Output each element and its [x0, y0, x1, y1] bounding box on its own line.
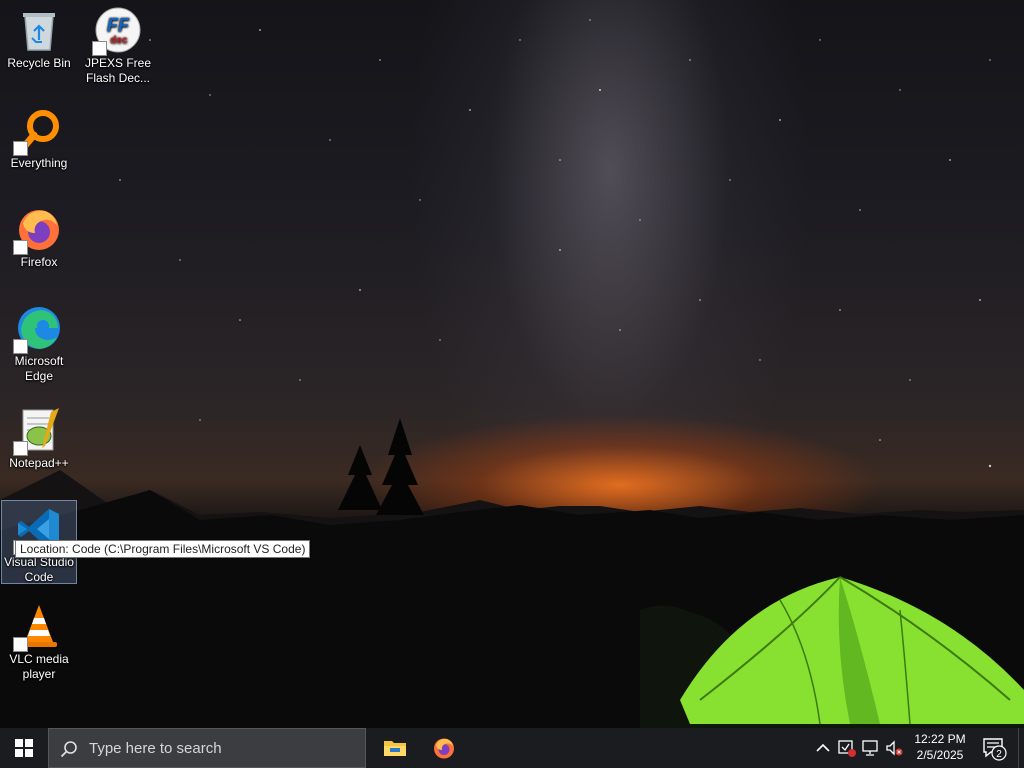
action-center-button[interactable]: 2	[976, 728, 1016, 768]
vlc-cone-icon	[13, 602, 63, 652]
notepadpp-glyph-icon	[13, 406, 63, 456]
security-alert-icon[interactable]	[838, 739, 856, 757]
vlc-label: VLC media player	[9, 652, 69, 681]
firefox-glyph-icon	[13, 205, 63, 255]
firefox-icon	[434, 738, 454, 759]
clock-time: 12:22 PM	[914, 732, 966, 746]
vscode-label: Visual Studio Code	[4, 555, 74, 584]
taskbar-firefox[interactable]	[420, 728, 468, 768]
notification-count-badge: 2	[996, 749, 1002, 760]
notepadpp-label: Notepad++	[9, 456, 69, 470]
recycle-bin-icon[interactable]: Recycle Bin	[1, 2, 77, 86]
show-hidden-icons-chevron-icon[interactable]	[814, 739, 832, 757]
shortcut-arrow-icon	[13, 339, 28, 354]
notepadpp-icon[interactable]: Notepad++	[1, 402, 77, 486]
jpexs-label: JPEXS Free Flash Dec...	[84, 56, 152, 85]
desktop[interactable]: Recycle Bin FF dec JPEXS Free Flash Dec.…	[0, 0, 1024, 728]
file-explorer-icon	[384, 741, 406, 756]
notification-icon: 2	[983, 738, 1007, 761]
windows-logo-icon	[15, 739, 33, 757]
firefox-label: Firefox	[20, 255, 58, 269]
everything-label: Everything	[10, 156, 68, 170]
shortcut-arrow-icon	[13, 441, 28, 456]
edge-icon[interactable]: Microsoft Edge	[1, 300, 77, 392]
recycle-bin-glyph-icon	[15, 6, 63, 54]
edge-glyph-icon	[13, 304, 63, 354]
shortcut-arrow-icon	[13, 240, 28, 255]
firefox-icon[interactable]: Firefox	[1, 201, 77, 285]
taskbar-search-box[interactable]: Type here to search	[48, 728, 366, 768]
everything-icon[interactable]: Everything	[1, 102, 77, 186]
shortcut-arrow-icon	[13, 141, 28, 156]
jpexs-icon[interactable]: FF dec JPEXS Free Flash Dec...	[80, 2, 156, 86]
clock-date: 2/5/2025	[916, 748, 964, 762]
shortcut-arrow-icon	[92, 41, 107, 56]
taskbar: Type here to search 12:22 PM 2/5/2025 2	[0, 728, 1024, 768]
show-desktop-button[interactable]	[1018, 728, 1024, 768]
jpexs-glyph-icon: FF dec	[92, 6, 142, 56]
vlc-icon[interactable]: VLC media player	[1, 598, 77, 682]
magnifier-orange-icon	[13, 106, 63, 156]
location-tooltip: Location: Code (C:\Program Files\Microso…	[15, 540, 311, 558]
search-placeholder: Type here to search	[89, 740, 222, 757]
taskbar-clock[interactable]: 12:22 PM 2/5/2025	[904, 731, 976, 763]
taskbar-file-explorer[interactable]	[371, 728, 419, 768]
wallpaper	[0, 19, 1024, 728]
shortcut-arrow-icon	[13, 637, 28, 652]
jpexs-ff-text: FF	[107, 15, 130, 35]
jpexs-dec-text: dec	[110, 35, 128, 46]
recycle-bin-label: Recycle Bin	[7, 56, 71, 70]
edge-label: Microsoft Edge	[14, 354, 64, 383]
network-icon[interactable]	[862, 739, 880, 757]
volume-muted-icon[interactable]	[885, 739, 903, 757]
search-icon	[60, 740, 78, 762]
start-button[interactable]	[0, 728, 48, 768]
